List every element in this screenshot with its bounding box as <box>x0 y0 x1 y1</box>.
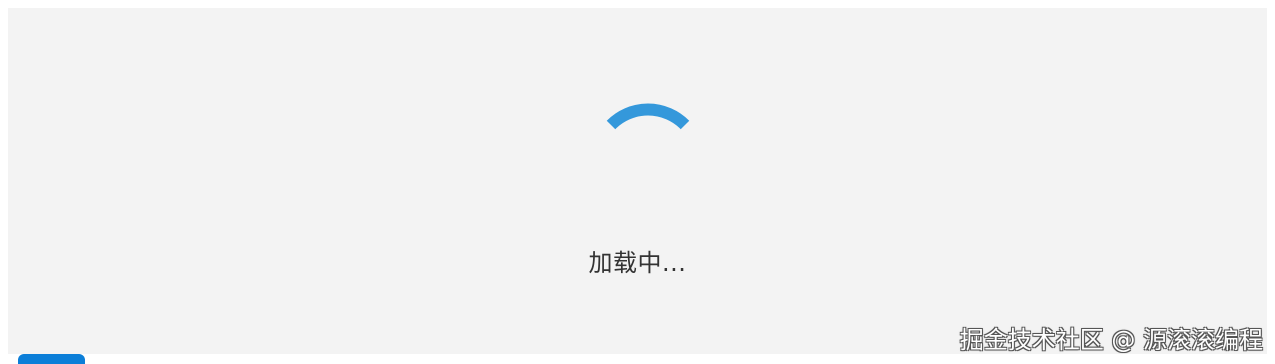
loading-spinner-icon <box>606 103 690 130</box>
spinner-arc <box>606 103 690 130</box>
page: 加载中... 掘金技术社区 @ 源滚滚编程 <box>0 0 1275 364</box>
watermark-text: 掘金技术社区 @ 源滚滚编程 <box>959 326 1263 354</box>
loading-panel: 加载中... <box>8 8 1267 354</box>
loading-text: 加载中... <box>588 249 687 277</box>
bottom-tab-button[interactable] <box>18 354 85 364</box>
